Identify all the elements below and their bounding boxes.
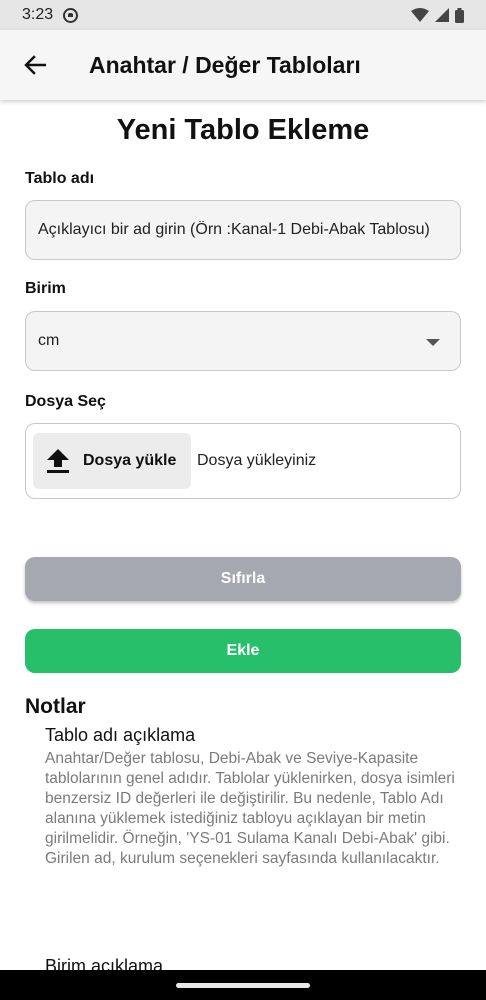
file-select-box: Dosya yükle Dosya yükleyiniz [25, 423, 461, 499]
dropdown-arrow-icon [426, 339, 440, 346]
page-title: Yeni Tablo Ekleme [116, 114, 370, 146]
navigation-bar [0, 970, 486, 1000]
table-name-placeholder: Açıklayıcı bir ad girin (Örn :Kanal-1 De… [38, 221, 430, 238]
note-heading-unit: Birim açıklama [45, 956, 164, 970]
app-title: Anahtar / Değer Tabloları [89, 51, 361, 78]
app-bar: Anahtar / Değer Tabloları [0, 30, 486, 100]
status-icons [411, 7, 464, 23]
reset-button[interactable]: Sıfırla [25, 557, 461, 601]
status-time: 3:23 [22, 6, 54, 23]
form-content[interactable]: Yeni Tablo Ekleme Tablo adı Açıklayıcı b… [0, 100, 486, 970]
file-status-text: Dosya yükleyiniz [197, 452, 317, 469]
wifi-icon [411, 8, 429, 22]
notes-title: Notlar [25, 695, 86, 718]
add-button[interactable]: Ekle [25, 629, 461, 673]
table-name-label: Tablo adı [25, 170, 95, 187]
signal-icon [435, 8, 449, 22]
upload-icon [47, 449, 69, 473]
battery-icon [455, 7, 464, 23]
upload-file-button[interactable]: Dosya yükle [33, 433, 191, 489]
unit-selected-value: cm [38, 332, 60, 349]
table-name-input[interactable]: Açıklayıcı bir ad girin (Örn :Kanal-1 De… [25, 200, 461, 260]
arrow-left-icon [24, 55, 46, 75]
file-select-label: Dosya Seç [25, 393, 106, 410]
unit-select[interactable]: cm [25, 311, 461, 371]
unit-label: Birim [25, 280, 66, 297]
back-button[interactable] [0, 30, 70, 100]
home-handle[interactable] [176, 983, 310, 988]
notification-icon [63, 7, 79, 23]
note-heading-table-name: Tablo adı açıklama [45, 725, 196, 745]
status-bar: 3:23 [0, 0, 486, 30]
upload-file-label: Dosya yükle [83, 452, 177, 469]
note-body-table-name: Anahtar/Değer tablosu, Debi-Abak ve Sevi… [45, 750, 455, 867]
